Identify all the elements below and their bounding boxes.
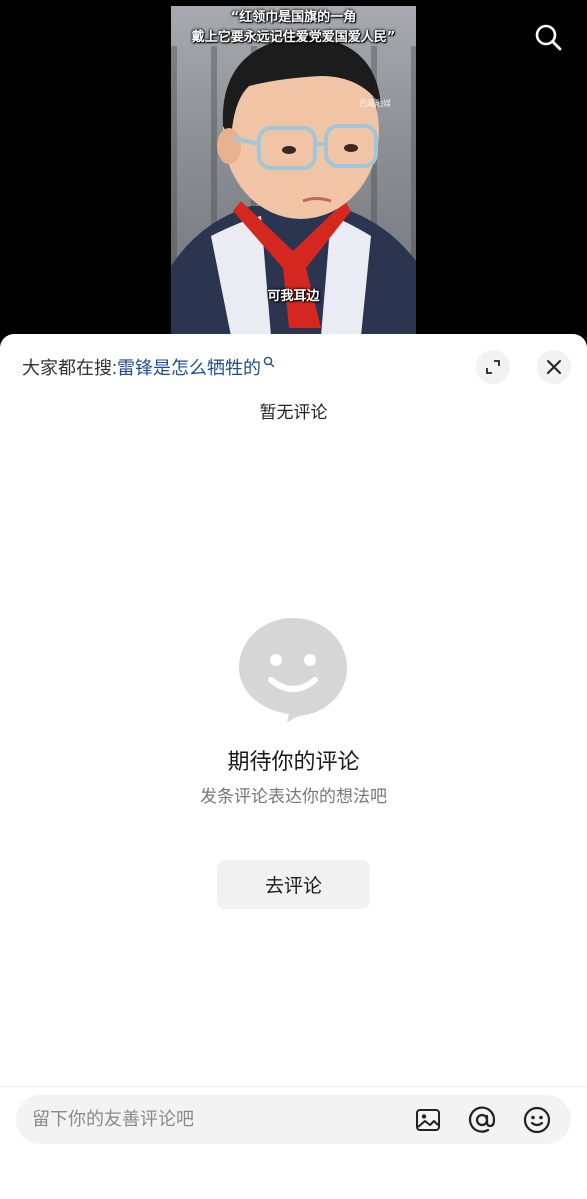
close-icon	[547, 360, 561, 374]
video-caption-line2: 戴上它要永远记住爱党爱国爱人民”	[191, 30, 396, 45]
divider	[0, 1086, 587, 1087]
search-icon	[535, 24, 562, 51]
search-suggestion-term[interactable]: 雷锋是怎么牺牲的	[117, 354, 261, 380]
search-icon	[263, 356, 275, 368]
mention-button[interactable]	[467, 1105, 497, 1135]
emoji-button[interactable]	[522, 1105, 552, 1135]
image-icon	[416, 1109, 440, 1131]
video-caption-line1: “红领巾是国旗的一角	[230, 10, 357, 25]
expand-icon	[486, 360, 500, 374]
emoji-icon	[523, 1106, 551, 1134]
empty-state-subtitle: 发条评论表达你的想法吧	[200, 787, 387, 806]
close-button[interactable]	[537, 350, 571, 384]
search-button[interactable]	[531, 20, 565, 54]
comment-input[interactable]	[32, 1095, 402, 1144]
video-watermark: 西藏融媒	[359, 99, 391, 108]
no-comments-label: 暂无评论	[259, 403, 328, 422]
video-caption: “红领巾是国旗的一角 戴上它要永远记住爱党爱国爱人民”	[171, 8, 416, 48]
search-suggestion[interactable]: 大家都在搜: 雷锋是怎么牺牲的	[22, 352, 275, 382]
comment-input-bar[interactable]	[16, 1095, 571, 1144]
at-icon	[468, 1106, 496, 1133]
image-button[interactable]	[413, 1105, 443, 1135]
go-comment-button[interactable]: 去评论	[217, 860, 370, 909]
video-subtitle: 可我耳边	[267, 289, 320, 304]
video-frame[interactable]: “红领巾是国旗的一角 戴上它要永远记住爱党爱国爱人民” 西藏融媒 可我耳边	[171, 6, 416, 336]
empty-state-title: 期待你的评论	[227, 749, 360, 774]
expand-button[interactable]	[476, 350, 510, 384]
comment-sheet: 大家都在搜: 雷锋是怎么牺牲的 暂无评论 期待你的评论 发条评论表达你的想法吧 …	[0, 334, 587, 1199]
smiley-bubble-icon	[239, 618, 347, 722]
video-player[interactable]: “红领巾是国旗的一角 戴上它要永远记住爱党爱国爱人民” 西藏融媒 可我耳边	[0, 0, 587, 340]
search-suggestion-prefix: 大家都在搜:	[22, 358, 118, 378]
